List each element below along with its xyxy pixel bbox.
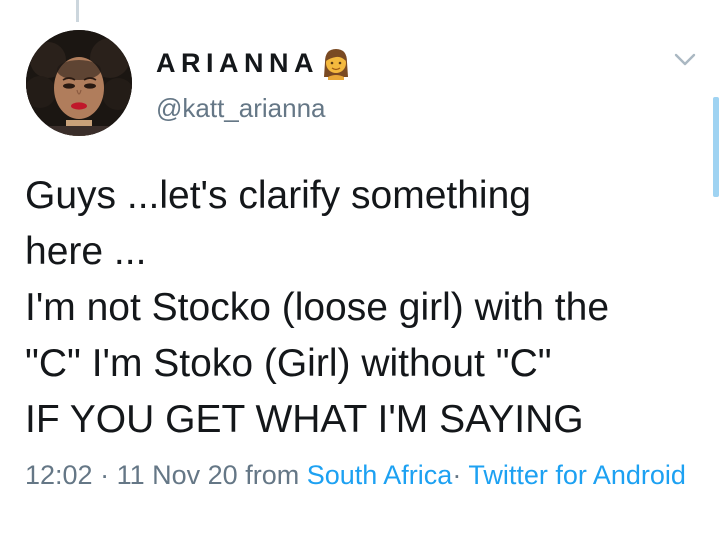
chevron-down-icon[interactable]: [672, 50, 698, 70]
tweet-card: ARIANNA @katt_arianna Guys ...let's clar…: [0, 0, 720, 553]
separator-dot: ·: [452, 460, 462, 490]
location-link[interactable]: South Africa: [307, 460, 453, 490]
tweet-text-line: "C" I'm Stoko (Girl) without "C": [25, 342, 552, 385]
woman-emoji-icon: [324, 49, 348, 80]
tweet-text-line: here ...: [25, 230, 147, 273]
tweet-text-line: Guys ...let's clarify something: [25, 174, 531, 217]
user-handle[interactable]: @katt_arianna: [156, 93, 326, 124]
avatar-image: [26, 30, 132, 136]
thread-connector-line: [76, 0, 79, 22]
tweet-metadata: 12:02 · 11 Nov 20 from South Africa· Twi…: [25, 455, 705, 495]
display-name[interactable]: ARIANNA: [156, 48, 319, 79]
scrollbar[interactable]: [713, 97, 719, 197]
from-label: from: [245, 460, 300, 490]
tweet-body: Guys ...let's clarify something here ...…: [25, 168, 705, 448]
tweet-date: 11 Nov 20: [116, 460, 238, 490]
name-row: ARIANNA: [156, 46, 353, 80]
avatar[interactable]: [26, 30, 132, 136]
separator-dot: ·: [100, 460, 110, 490]
tweet-text-line: IF YOU GET WHAT I'M SAYING: [25, 398, 584, 441]
tweet-time: 12:02: [25, 460, 93, 490]
tweet-text-line: I'm not Stocko (loose girl) with the: [25, 286, 610, 329]
source-link[interactable]: Twitter for Android: [468, 460, 686, 490]
